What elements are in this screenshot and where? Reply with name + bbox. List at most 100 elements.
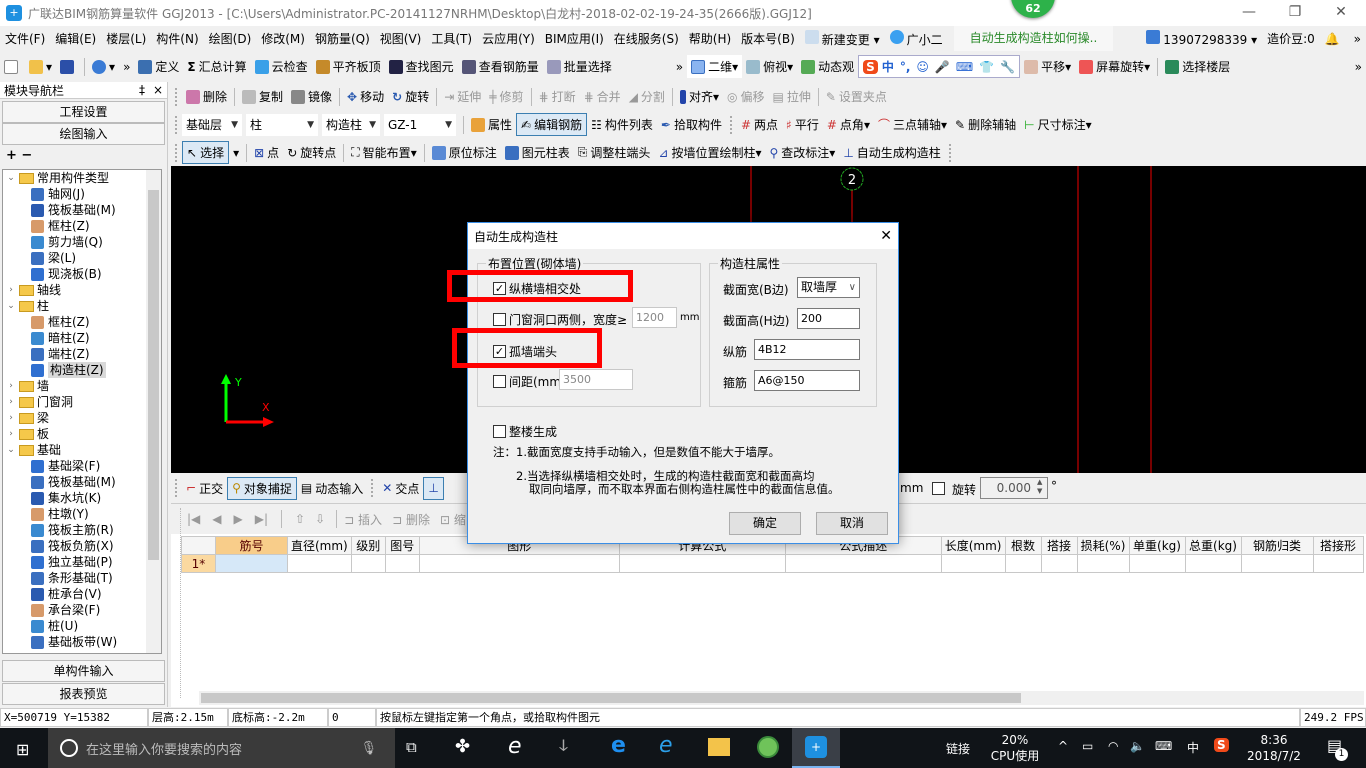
wifi-icon[interactable]: ◠ (1108, 739, 1118, 753)
battery-icon[interactable]: ▭ (1082, 739, 1093, 753)
file-explorer-icon[interactable] (708, 738, 730, 756)
tree-folder[interactable]: ⌄ 常用构件类型 (3, 170, 161, 186)
ime-toolbar[interactable]: S 中 °, ☺ 🎤 ⌨ 👕 🔧 (858, 55, 1021, 78)
component-list-button[interactable]: ☷ 构件列表 (587, 113, 657, 136)
column-header[interactable]: 单重(kg) (1128, 536, 1186, 555)
table-cell[interactable] (418, 554, 620, 573)
grid-scroll-thumb[interactable] (201, 693, 1021, 703)
mirror-button[interactable]: 镜像 (287, 85, 336, 108)
dimension-dropdown[interactable]: ⊢ 尺寸标注 ▾ (1020, 113, 1096, 136)
column-header[interactable] (181, 536, 216, 555)
tree-item[interactable]: 现浇板(B) (3, 266, 161, 282)
tree-item[interactable]: 筏板负筋(X) (3, 538, 161, 554)
save-button[interactable] (56, 55, 81, 78)
batch-select-button[interactable]: 批量选择 (543, 55, 616, 78)
object-snap-toggle[interactable]: ⚲ 对象捕捉 (227, 476, 297, 500)
nav-single-input[interactable]: 单构件输入 (2, 660, 165, 682)
column-header[interactable]: 搭接 (1040, 536, 1078, 555)
pan-dropdown[interactable]: 平移 ▾ (1020, 55, 1075, 78)
link-label[interactable]: 链接 (946, 740, 970, 757)
tree-item[interactable]: 基础板带(W) (3, 634, 161, 650)
summary-calc-button[interactable]: Σ 汇总计算 (183, 55, 250, 78)
first-record-button[interactable]: |◀ (187, 512, 200, 526)
two-point-axis-button[interactable]: # 两点 (737, 113, 782, 136)
tree-item[interactable]: 轴网(J) (3, 186, 161, 202)
chevron-right-icon[interactable]: › (5, 410, 17, 426)
menu-draw[interactable]: 绘图(D) (204, 30, 257, 47)
toolbar-grip[interactable] (175, 115, 178, 134)
trim-button[interactable]: ╪ 修剪 (485, 85, 527, 108)
toolbar-grip[interactable] (371, 479, 374, 497)
toolbar-grip[interactable] (729, 115, 733, 134)
table-cell[interactable] (1040, 554, 1078, 573)
expand-collapse-all[interactable]: + − (0, 145, 167, 167)
table-cell[interactable] (1312, 554, 1364, 573)
internet-explorer-icon[interactable]: e (659, 733, 673, 758)
toolbar-overflow-3[interactable]: » (1351, 55, 1366, 78)
menu-view[interactable]: 视图(V) (375, 30, 427, 47)
toolbar-grip[interactable] (175, 143, 178, 162)
menu-version[interactable]: 版本号(B) (736, 30, 800, 47)
column-header[interactable]: 损耗(%) (1076, 536, 1130, 555)
fan-app-icon[interactable]: ✤ (455, 736, 470, 757)
point-button[interactable]: ⊠ 点 (250, 141, 283, 164)
stirrup-input[interactable]: A6@150 (754, 370, 860, 391)
menu-file[interactable]: 文件(F) (0, 30, 50, 47)
cloud-check-button[interactable]: 云检查 (251, 55, 312, 78)
tree-item[interactable]: 筏板基础(M) (3, 474, 161, 490)
table-cell[interactable] (1184, 554, 1242, 573)
tree-item[interactable]: 独立基础(P) (3, 554, 161, 570)
nav-close-icon[interactable]: × (153, 83, 163, 97)
component-select[interactable]: GZ-1 ▼ (384, 113, 456, 136)
table-cell[interactable] (215, 554, 288, 573)
tree-item[interactable]: 基础梁(F) (3, 458, 161, 474)
tree-item[interactable]: 端柱(Z) (3, 346, 161, 362)
insert-row-button[interactable]: ⊐ 插入 (344, 511, 382, 528)
split-button[interactable]: ◢ 分割 (625, 85, 669, 108)
app-swirl-icon[interactable]: ↆ (559, 736, 568, 756)
glodon-taskbar-button[interactable]: + (792, 728, 840, 768)
height-input[interactable]: 200 (797, 308, 860, 329)
chevron-down-icon[interactable]: ⌄ (5, 298, 17, 314)
menu-more[interactable]: » (1349, 32, 1366, 46)
align-dropdown[interactable]: 对齐 ▾ (676, 85, 723, 108)
select-floor-button[interactable]: 选择楼层 (1161, 55, 1234, 78)
column-header[interactable]: 根数 (1004, 536, 1042, 555)
tree-item[interactable]: 承台梁(F) (3, 602, 161, 618)
tree-item[interactable]: 筏板基础(M) (3, 202, 161, 218)
menu-floor[interactable]: 楼层(L) (101, 30, 151, 47)
opening-width-input[interactable]: 1200 (632, 307, 677, 328)
chevron-right-icon[interactable]: › (5, 282, 17, 298)
tree-item[interactable]: 暗柱(Z) (3, 330, 161, 346)
menu-edit[interactable]: 编辑(E) (50, 30, 101, 47)
table-cell[interactable] (350, 554, 386, 573)
row-header[interactable]: 1* (181, 554, 216, 573)
chevron-right-icon[interactable]: › (5, 378, 17, 394)
column-header[interactable]: 长度(mm) (940, 536, 1006, 555)
clock[interactable]: 8:36 2018/7/2 (1246, 732, 1302, 764)
menu-help[interactable]: 帮助(H) (684, 30, 736, 47)
table-cell[interactable] (384, 554, 420, 573)
last-record-button[interactable]: ▶| (255, 512, 268, 526)
windows-start-icon[interactable]: ⊞ (16, 740, 29, 759)
chevron-down-icon[interactable]: ⌄ (5, 170, 17, 186)
tree-item[interactable]: 桩承台(V) (3, 586, 161, 602)
menu-component[interactable]: 构件(N) (151, 30, 203, 47)
chevron-right-icon[interactable]: › (5, 394, 17, 410)
table-cell[interactable] (1076, 554, 1130, 573)
edge-browser-icon[interactable]: e (611, 733, 626, 758)
undo-button[interactable]: ▾ (88, 55, 119, 78)
move-up-button[interactable]: ⇧ (295, 512, 305, 526)
bell-icon[interactable]: 🔔 (1320, 32, 1345, 46)
pick-component-button[interactable]: ✒ 拾取构件 (657, 113, 726, 136)
task-view-icon[interactable]: ⧉ (406, 738, 417, 756)
menu-bim[interactable]: BIM应用(I) (540, 30, 609, 47)
rotate-spinner[interactable]: ▲ ▼ (1037, 478, 1042, 496)
tree-folder[interactable]: ⌄ 基础 (3, 442, 161, 458)
taskbar-search[interactable]: 在这里输入你要搜索的内容 🎙 (48, 728, 395, 768)
tree-folder[interactable]: ⌄ 柱 (3, 298, 161, 314)
tree-folder[interactable]: › 板 (3, 426, 161, 442)
microphone-icon[interactable]: 🎙 (360, 741, 377, 756)
table-cell[interactable] (618, 554, 786, 573)
restore-button[interactable]: ❐ (1272, 0, 1318, 26)
